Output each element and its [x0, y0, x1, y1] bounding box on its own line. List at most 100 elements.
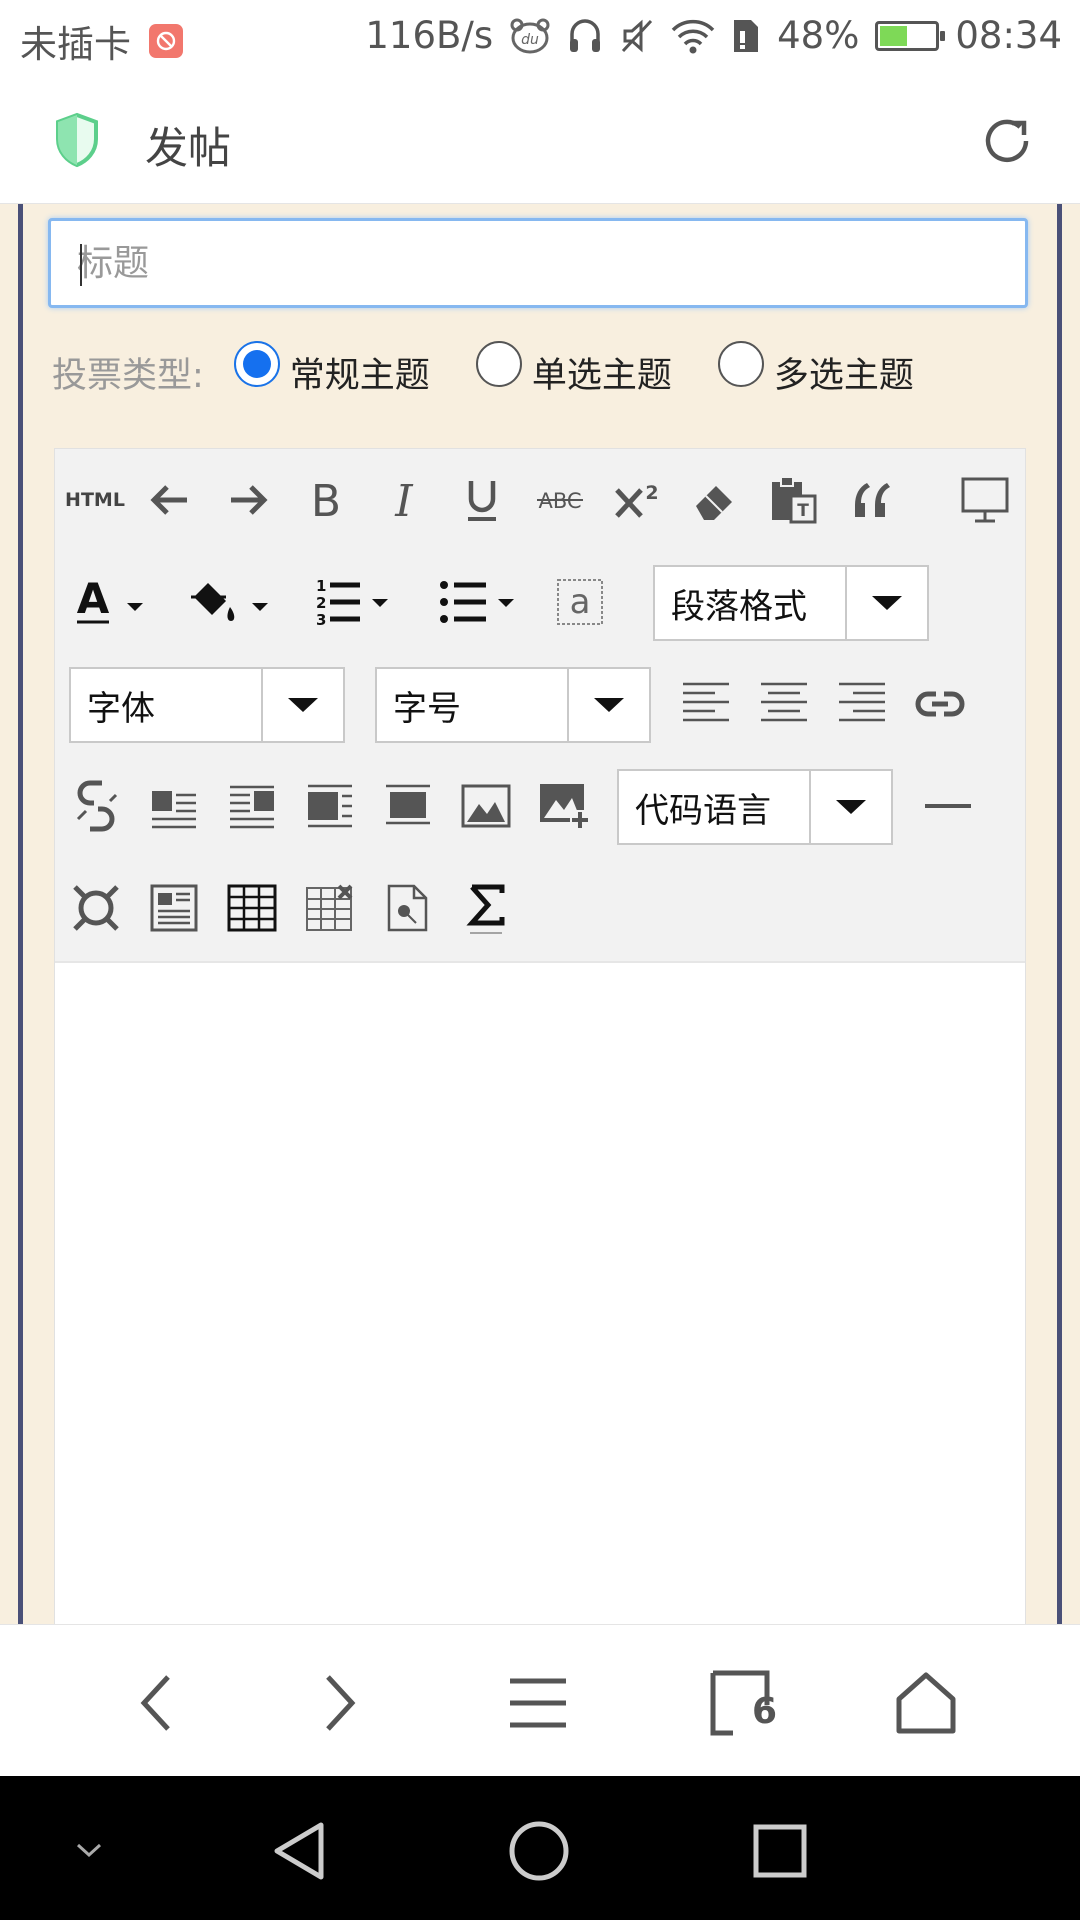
radio-single[interactable]: [475, 341, 522, 387]
align-right-icon[interactable]: [829, 671, 895, 737]
sim-alert-icon: [149, 24, 183, 58]
sim-status-icon: [731, 17, 761, 55]
underline-icon[interactable]: [449, 467, 515, 533]
home-icon[interactable]: [888, 1665, 964, 1741]
headphones-icon: [567, 17, 603, 55]
radio-regular[interactable]: [233, 341, 280, 387]
toolbar-row-5: [55, 875, 1025, 959]
strikethrough-icon[interactable]: ABC: [527, 467, 593, 533]
superscript-icon[interactable]: 2: [605, 467, 671, 533]
align-center-icon[interactable]: [751, 671, 817, 737]
insert-table-icon[interactable]: [219, 875, 285, 941]
align-left-icon[interactable]: [673, 671, 739, 737]
vote-option-multi[interactable]: 多选主题: [717, 341, 914, 398]
font-size-label: 字号: [393, 688, 461, 729]
wifi-icon: [671, 18, 715, 54]
mute-icon: [619, 17, 655, 55]
background-color-button[interactable]: [181, 569, 281, 635]
unordered-list-button[interactable]: [431, 569, 531, 635]
image-float-right-icon[interactable]: [219, 773, 285, 839]
code-language-dropdown[interactable]: 代码语言: [617, 769, 893, 845]
redo-icon[interactable]: [215, 467, 281, 533]
formula-sigma-icon[interactable]: [453, 875, 519, 941]
blockquote-icon[interactable]: [839, 467, 905, 533]
ordered-list-button[interactable]: 123: [305, 569, 405, 635]
image-float-left-icon[interactable]: [141, 773, 207, 839]
battery-icon: [875, 20, 946, 51]
browser-bottom-nav: 6: [0, 1624, 1080, 1776]
font-family-dropdown[interactable]: 字体: [69, 667, 345, 743]
toolbar-row-2: A 123 a 段落格式: [55, 565, 1025, 653]
tabs-icon[interactable]: 6: [702, 1665, 778, 1741]
delete-table-icon[interactable]: [297, 875, 363, 941]
eraser-icon[interactable]: [683, 467, 749, 533]
vote-type-label: 投票类型:: [52, 355, 204, 396]
image-center-icon[interactable]: [375, 773, 441, 839]
battery-percent: 48%: [777, 14, 860, 57]
battery-level: [880, 25, 908, 46]
editor-toolbar: HTML B I ABC 2 T A 1 2 3 a 段落格式 字体 字号 代码…: [55, 449, 1025, 963]
home-circle-icon[interactable]: [504, 1816, 574, 1886]
recents-square-icon[interactable]: [745, 1816, 815, 1886]
insert-anchor-icon[interactable]: a: [547, 569, 613, 635]
svg-text:a: a: [570, 582, 591, 622]
collapse-chevron-icon[interactable]: [54, 1816, 124, 1886]
template-icon[interactable]: [141, 875, 207, 941]
left-border: [18, 204, 23, 1624]
horizontal-rule-icon[interactable]: [915, 773, 981, 839]
app-bar: 发帖: [0, 76, 1080, 204]
right-border: [1057, 204, 1062, 1624]
special-char-icon[interactable]: [63, 875, 129, 941]
vote-option-label: 常规主题: [289, 355, 430, 396]
html-source-button[interactable]: HTML: [55, 467, 135, 533]
upload-image-icon[interactable]: [531, 773, 597, 839]
chevron-down-icon: [809, 771, 891, 843]
svg-text:du: du: [521, 32, 539, 48]
title-input[interactable]: [48, 218, 1028, 308]
link-icon[interactable]: [907, 671, 973, 737]
clock: 08:34: [955, 14, 1062, 57]
italic-icon[interactable]: I: [371, 467, 437, 533]
chevron-down-icon: [845, 567, 927, 639]
back-chevron-icon[interactable]: [118, 1665, 194, 1741]
radio-multi[interactable]: [717, 341, 764, 387]
preview-monitor-icon[interactable]: [952, 467, 1018, 533]
back-triangle-icon[interactable]: [264, 1816, 334, 1886]
paragraph-format-label: 段落格式: [671, 586, 807, 627]
font-color-button[interactable]: A: [63, 569, 163, 635]
tab-count: 6: [752, 1691, 778, 1732]
undo-icon[interactable]: [137, 467, 203, 533]
shield-icon: [54, 112, 100, 172]
image-inline-icon[interactable]: [297, 773, 363, 839]
toolbar-row-4: 代码语言: [55, 769, 1025, 857]
vote-option-single[interactable]: 单选主题: [475, 341, 672, 398]
vote-option-label: 多选主题: [773, 355, 914, 396]
svg-text:2: 2: [645, 482, 658, 504]
paste-text-icon[interactable]: T: [761, 467, 827, 533]
refresh-icon[interactable]: [978, 112, 1036, 174]
text-cursor: [80, 244, 82, 286]
code-language-label: 代码语言: [635, 790, 771, 831]
vote-type-row: 投票类型: 常规主题 单选主题 多选主题: [52, 341, 960, 402]
du-app-icon: du: [509, 16, 551, 56]
status-left: 未插卡: [20, 14, 183, 68]
vote-option-regular[interactable]: 常规主题: [233, 341, 430, 398]
menu-icon[interactable]: [500, 1665, 576, 1741]
status-bar: 未插卡 116B/s du 48% 08:34: [0, 0, 1080, 76]
svg-text:A: A: [77, 577, 110, 623]
unlink-icon[interactable]: [63, 773, 129, 839]
forward-chevron-icon[interactable]: [302, 1665, 378, 1741]
carrier-text: 未插卡: [20, 23, 131, 66]
paragraph-format-dropdown[interactable]: 段落格式: [653, 565, 929, 641]
svg-text:T: T: [797, 501, 809, 521]
toolbar-row-3: 字体 字号: [55, 667, 1025, 755]
svg-text:B: B: [311, 478, 341, 522]
chevron-down-icon: [567, 669, 649, 741]
svg-text:1: 1: [316, 577, 326, 595]
bold-icon[interactable]: B: [293, 467, 359, 533]
page-title: 发帖: [145, 124, 231, 174]
insert-image-icon[interactable]: [453, 773, 519, 839]
insert-file-icon[interactable]: [375, 875, 441, 941]
font-size-dropdown[interactable]: 字号: [375, 667, 651, 743]
svg-text:3: 3: [316, 611, 326, 629]
